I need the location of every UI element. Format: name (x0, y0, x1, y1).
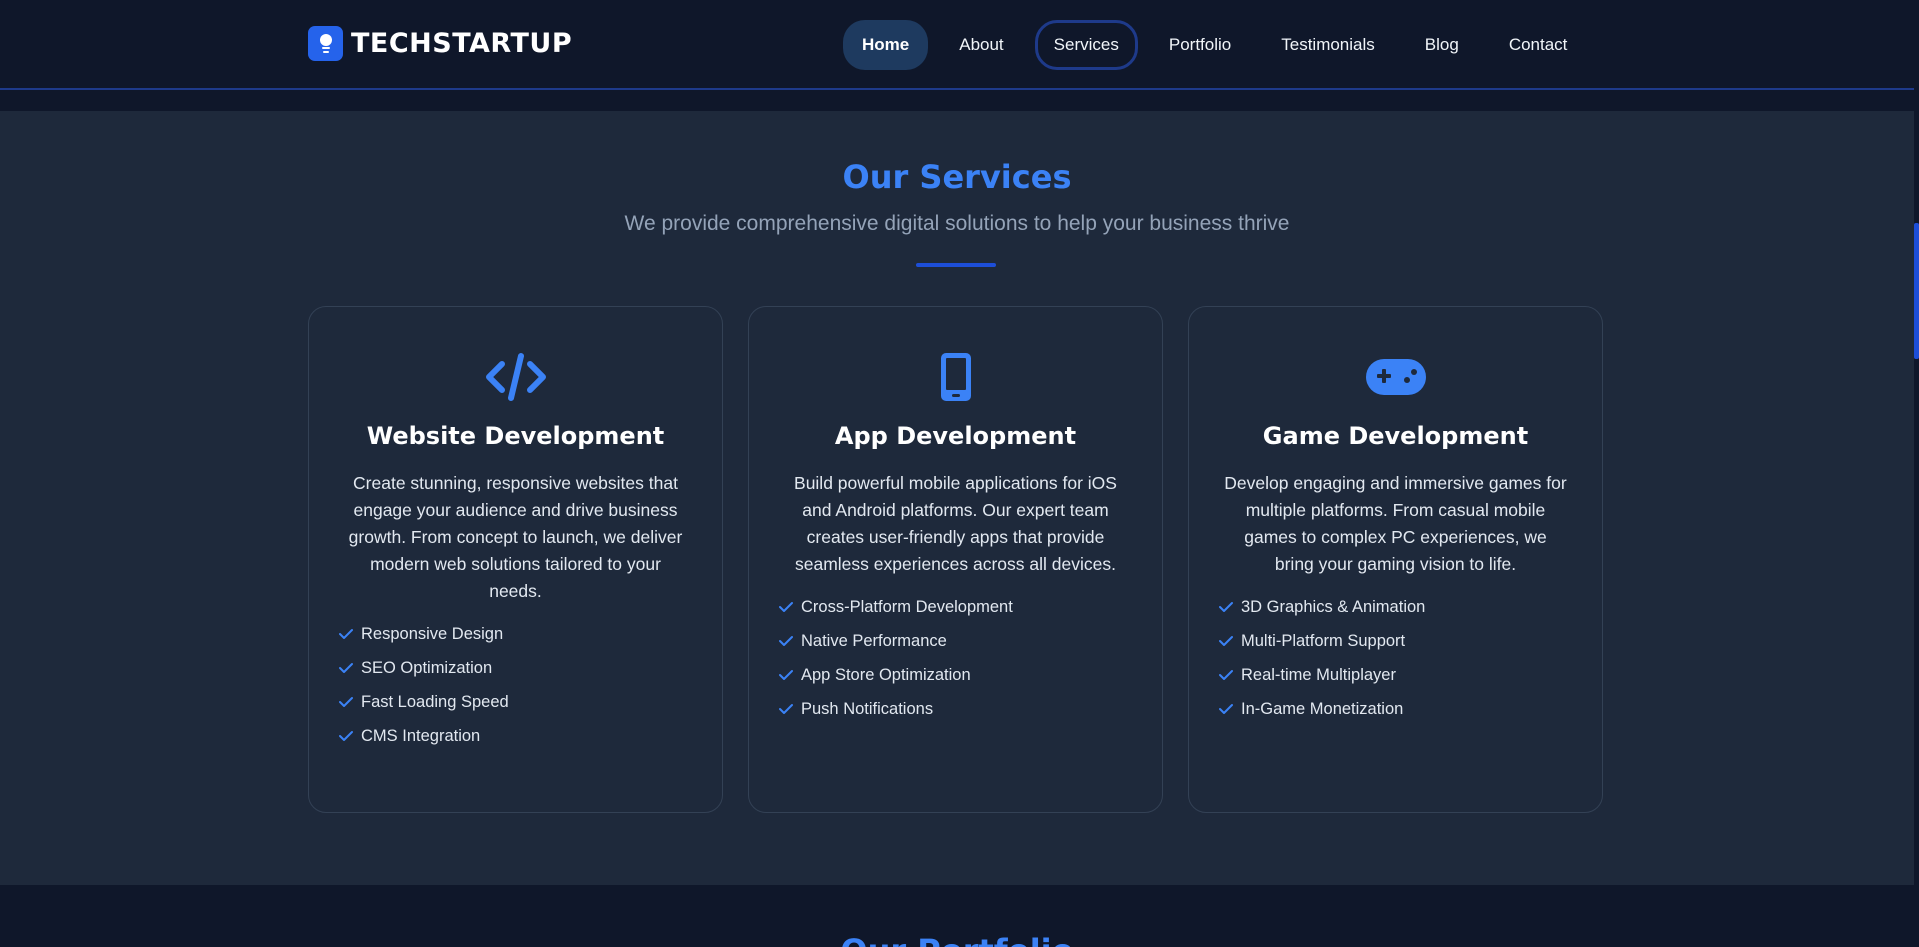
feature-item: SEO Optimization (339, 651, 692, 685)
check-icon (339, 628, 361, 640)
check-icon (339, 662, 361, 674)
check-icon (1219, 669, 1241, 681)
lightbulb-icon (308, 26, 343, 61)
feature-item: Push Notifications (779, 692, 1132, 726)
card-title: Website Development (366, 422, 665, 450)
nav-item-testimonials[interactable]: Testimonials (1262, 20, 1394, 70)
feature-item: 3D Graphics & Animation (1219, 590, 1572, 624)
navbar: TECHSTARTUP Home About Services Portfoli… (0, 0, 1914, 90)
portfolio-section: Our Portfolio (0, 885, 1914, 947)
section-divider (916, 263, 996, 267)
card-description: Build powerful mobile applications for i… (794, 473, 1117, 574)
feature-label: Push Notifications (801, 699, 934, 718)
feature-label: Cross-Platform Development (801, 597, 1013, 616)
section-title: Our Services (842, 158, 1072, 196)
portfolio-title: Our Portfolio (0, 932, 1914, 947)
feature-item: Real-time Multiplayer (1219, 658, 1572, 692)
feature-label: CMS Integration (361, 726, 481, 745)
card-title: App Development (834, 422, 1077, 450)
check-icon (779, 635, 801, 647)
feature-item: Cross-Platform Development (779, 590, 1132, 624)
feature-item: Multi-Platform Support (1219, 624, 1572, 658)
nav-item-about[interactable]: About (940, 20, 1022, 70)
feature-label: App Store Optimization (801, 665, 971, 684)
brand-name: TECHSTARTUP (351, 28, 573, 59)
feature-item: Native Performance (779, 624, 1132, 658)
service-card-website[interactable]: Website Development Create stunning, res… (308, 306, 723, 813)
check-icon (779, 601, 801, 613)
nav-item-home[interactable]: Home (843, 20, 929, 70)
feature-label: Fast Loading Speed (361, 692, 509, 711)
gamepad-icon (1219, 352, 1572, 402)
scrollbar-thumb[interactable] (1914, 223, 1919, 359)
service-cards: Website Development Create stunning, res… (308, 306, 1604, 813)
nav-item-blog[interactable]: Blog (1406, 20, 1478, 70)
feature-list: 3D Graphics & Animation Multi-Platform S… (1219, 590, 1572, 726)
feature-label: In-Game Monetization (1241, 699, 1404, 718)
service-card-game[interactable]: Game Development Develop engaging and im… (1188, 306, 1603, 813)
feature-label: Responsive Design (361, 624, 504, 643)
mobile-phone-icon (779, 352, 1132, 402)
nav-item-portfolio[interactable]: Portfolio (1150, 20, 1250, 70)
feature-item: In-Game Monetization (1219, 692, 1572, 726)
nav-item-contact[interactable]: Contact (1490, 20, 1587, 70)
check-icon (339, 696, 361, 708)
card-description: Develop engaging and immersive games for… (1224, 473, 1567, 574)
scrollbar-track[interactable] (1914, 0, 1919, 947)
check-icon (779, 669, 801, 681)
page: TECHSTARTUP Home About Services Portfoli… (0, 0, 1919, 947)
feature-item: CMS Integration (339, 719, 692, 753)
check-icon (779, 703, 801, 715)
check-icon (1219, 601, 1241, 613)
feature-label: SEO Optimization (361, 658, 493, 677)
check-icon (339, 730, 361, 742)
card-title: Game Development (1262, 422, 1529, 450)
nav-item-services[interactable]: Services (1034, 20, 1138, 70)
brand[interactable]: TECHSTARTUP (308, 26, 572, 61)
feature-label: Real-time Multiplayer (1241, 665, 1396, 684)
feature-label: 3D Graphics & Animation (1241, 597, 1426, 616)
nav-links: Home About Services Portfolio Testimonia… (843, 20, 1586, 70)
code-icon (339, 352, 692, 402)
feature-label: Multi-Platform Support (1241, 631, 1406, 650)
navbar-inner: TECHSTARTUP Home About Services Portfoli… (308, 0, 1578, 88)
feature-list: Responsive Design SEO Optimization Fast … (339, 617, 692, 753)
feature-item: Responsive Design (339, 617, 692, 651)
service-card-app[interactable]: App Development Build powerful mobile ap… (748, 306, 1163, 813)
feature-list: Cross-Platform Development Native Perfor… (779, 590, 1132, 726)
services-section: Our Services We provide comprehensive di… (0, 111, 1914, 885)
feature-label: Native Performance (801, 631, 947, 650)
card-description: Create stunning, responsive websites tha… (348, 473, 683, 601)
feature-item: Fast Loading Speed (339, 685, 692, 719)
check-icon (1219, 635, 1241, 647)
feature-item: App Store Optimization (779, 658, 1132, 692)
check-icon (1219, 703, 1241, 715)
section-subtitle: We provide comprehensive digital solutio… (624, 212, 1290, 235)
